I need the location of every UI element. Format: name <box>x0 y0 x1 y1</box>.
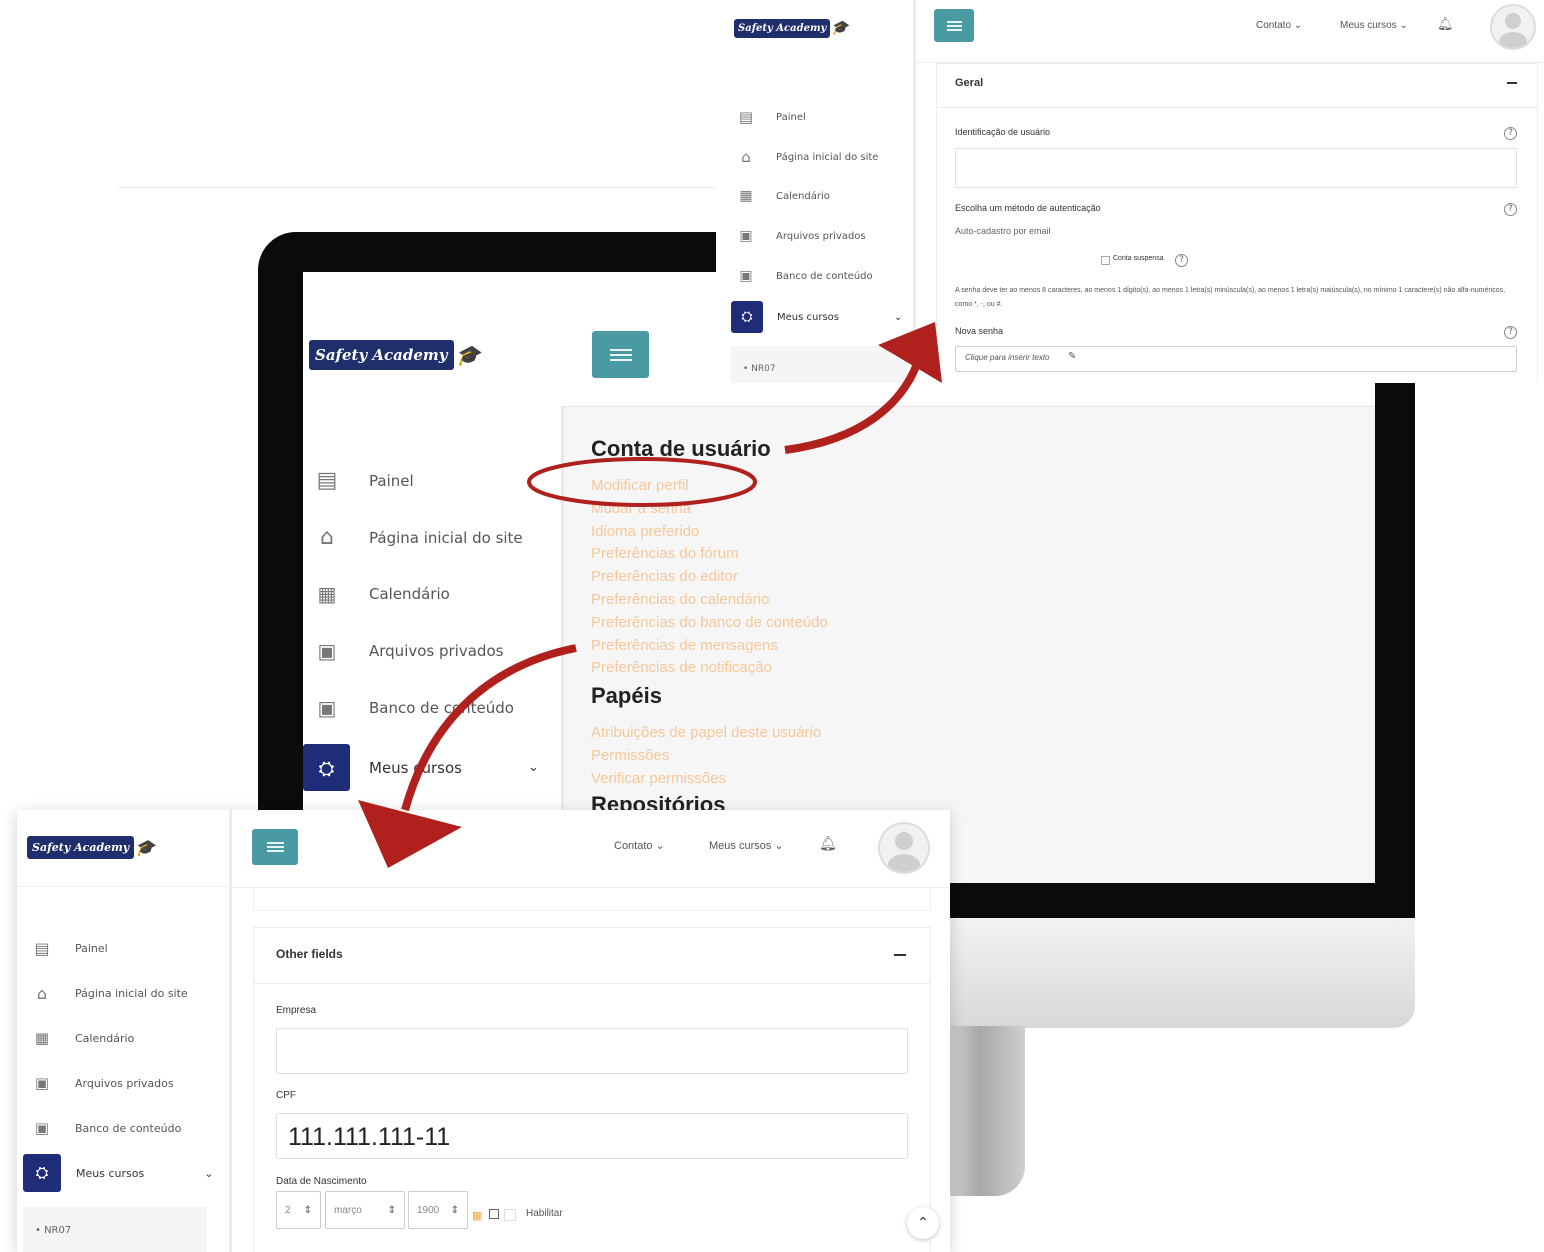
annotation-overlay <box>358 322 942 868</box>
highlight-ellipse <box>527 457 757 507</box>
arrow-head-other-fields <box>358 800 462 868</box>
arrow-to-general <box>784 353 924 454</box>
arrow-to-other-fields <box>401 644 577 812</box>
